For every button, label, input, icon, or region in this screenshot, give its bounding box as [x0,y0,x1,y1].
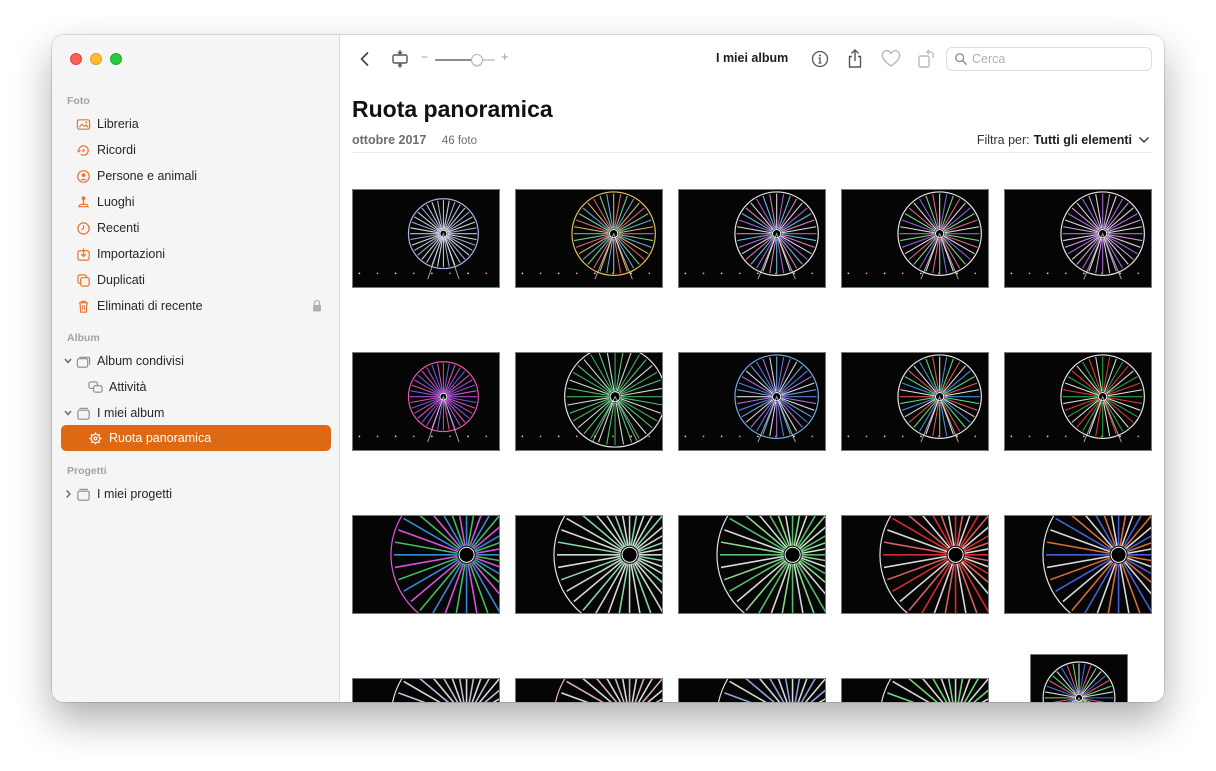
zoom-window-button[interactable] [110,53,122,65]
sidebar-item-label: Attività [109,380,147,394]
trash-icon [75,298,91,314]
ferris-wheel-image [521,191,656,280]
ferris-wheel-image [684,191,819,280]
ferris-wheel-image [684,354,819,443]
places-pin-icon [75,194,91,210]
memories-icon [75,142,91,158]
sidebar-item-i-miei-album[interactable]: I miei album [61,400,331,426]
projects-stack-icon [75,486,91,502]
sidebar-item-duplicati[interactable]: Duplicati [61,267,331,293]
ferris-wheel-image [358,361,488,443]
photo-thumbnail[interactable] [1004,352,1152,451]
sidebar-item-label: Eliminati di recente [97,299,203,313]
photo-grid [341,35,1164,702]
gear-album-icon [87,430,103,446]
photo-thumbnail[interactable] [515,352,663,451]
import-icon [75,246,91,262]
minimize-window-button[interactable] [90,53,102,65]
ferris-wheel-image [1010,191,1145,280]
sidebar-item-eliminati[interactable]: Eliminati di recente [61,293,331,319]
chevron-down-icon[interactable] [63,407,73,419]
ferris-wheel-image [390,516,499,613]
ferris-wheel-image [553,516,662,613]
photo-thumbnail[interactable] [678,515,826,614]
sidebar: Foto Libreria Ricordi Persone e animali … [52,35,340,702]
ferris-wheel-image [847,354,982,443]
ferris-wheel-image [847,191,982,280]
close-window-button[interactable] [70,53,82,65]
clock-icon [75,220,91,236]
section-label-progetti: Progetti [67,465,107,477]
section-label-album: Album [67,332,100,344]
chevron-down-icon[interactable] [63,355,73,367]
photo-thumbnail[interactable] [678,352,826,451]
ferris-wheel-image [555,679,662,702]
sidebar-item-album-condivisi[interactable]: Album condivisi [61,348,331,374]
chevron-right-icon[interactable] [63,488,73,500]
sidebar-item-label: Ruota panoramica [109,431,212,445]
ferris-wheel-image [718,679,825,702]
sidebar-item-label: I miei album [97,406,165,420]
photo-thumbnail[interactable] [515,189,663,288]
photo-thumbnail[interactable] [841,678,989,702]
photos-window: Foto Libreria Ricordi Persone e animali … [52,35,1164,702]
ferris-wheel-image [881,679,988,702]
sidebar-item-importazioni[interactable]: Importazioni [61,241,331,267]
main-content: − + I miei album Ruota panoramica ottobr… [341,35,1164,702]
photo-thumbnail[interactable] [352,189,500,288]
section-label-foto: Foto [67,95,90,107]
sidebar-item-luoghi[interactable]: Luoghi [61,189,331,215]
ferris-wheel-image [716,516,825,613]
people-icon [75,168,91,184]
sidebar-item-attivita[interactable]: Attività [61,374,331,400]
sidebar-item-label: Album condivisi [97,354,184,368]
sidebar-item-libreria[interactable]: Libreria [61,111,331,137]
ferris-wheel-image [879,516,988,613]
photo-thumbnail[interactable] [841,515,989,614]
photo-thumbnail[interactable] [515,515,663,614]
sidebar-item-label: Importazioni [97,247,166,261]
duplicates-icon [75,272,91,288]
sidebar-item-ruota-panoramica[interactable]: Ruota panoramica [61,425,331,451]
sidebar-item-recenti[interactable]: Recenti [61,215,331,241]
photo-thumbnail[interactable] [678,678,826,702]
photo-thumbnail[interactable] [352,515,500,614]
sidebar-item-label: Libreria [97,117,139,131]
sidebar-item-label: Duplicati [97,273,145,287]
album-stack-icon [75,405,91,421]
photo-thumbnail[interactable] [1030,654,1128,702]
photo-thumbnail[interactable] [841,189,989,288]
sidebar-item-label: Ricordi [97,143,136,157]
sidebar-item-ricordi[interactable]: Ricordi [61,137,331,163]
ferris-wheel-image [1010,354,1145,443]
sidebar-item-persone[interactable]: Persone e animali [61,163,331,189]
ferris-wheel-image [392,679,499,702]
ferris-wheel-image [358,198,488,280]
activity-bubbles-icon [87,379,103,395]
sidebar-item-label: Luoghi [97,195,135,209]
photo-thumbnail[interactable] [678,189,826,288]
window-controls [70,53,122,65]
photo-thumbnail[interactable] [515,678,663,702]
photo-thumbnail[interactable] [1004,515,1152,614]
photo-thumbnail[interactable] [352,678,500,702]
photo-thumbnail[interactable] [352,352,500,451]
sidebar-item-label: Persone e animali [97,169,198,183]
ferris-wheel-image [1042,516,1151,613]
photos-library-icon [75,116,91,132]
photo-thumbnail[interactable] [1004,189,1152,288]
sidebar-item-label: I miei progetti [97,487,173,501]
shared-albums-icon [75,353,91,369]
ferris-wheel-image [1042,661,1116,702]
sidebar-item-label: Recenti [97,221,140,235]
sidebar-item-i-miei-progetti[interactable]: I miei progetti [61,481,331,507]
ferris-wheel-image [521,353,662,448]
photo-thumbnail[interactable] [841,352,989,451]
lock-icon [311,299,323,313]
